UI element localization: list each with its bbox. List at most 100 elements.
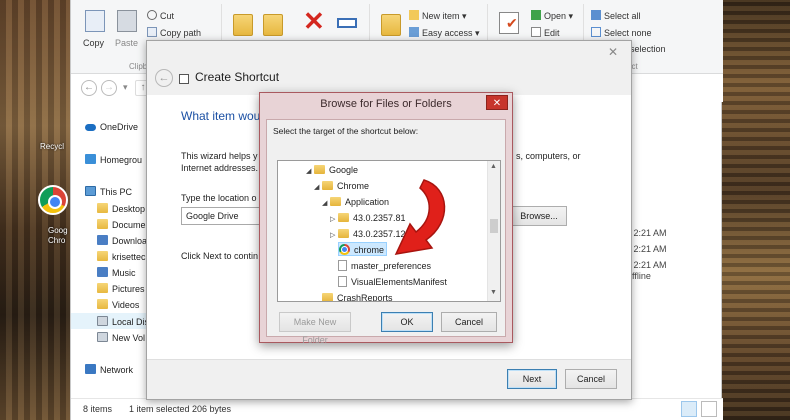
shortcut-icon (179, 74, 189, 84)
next-button[interactable]: Next (507, 369, 557, 389)
copy-button[interactable]: Copy (83, 38, 104, 48)
scroll-down-icon[interactable]: ▼ (490, 289, 497, 296)
cut-button[interactable]: Cut (147, 10, 174, 21)
drive-icon (97, 332, 108, 342)
sidebar-item-documents[interactable]: Docume (97, 219, 146, 230)
move-to-folder-icon[interactable] (233, 14, 253, 36)
open-button[interactable]: Open ▾ (531, 10, 573, 22)
sidebar-item-this-pc[interactable]: This PC (85, 186, 132, 197)
wizard-footer: Next Cancel (147, 359, 631, 399)
expanded-icon[interactable]: ◢ (306, 165, 314, 179)
scissors-icon (147, 10, 157, 20)
collapsed-icon[interactable]: ▷ (330, 213, 338, 227)
select-none-icon (591, 27, 601, 37)
cancel-button[interactable]: Cancel (441, 312, 497, 332)
rename-icon[interactable] (337, 18, 357, 28)
network-icon (85, 364, 96, 374)
videos-folder-icon (97, 299, 108, 309)
copy-path-button[interactable]: Copy path (147, 27, 201, 38)
folder-icon (314, 165, 325, 174)
recent-locations-chevron-icon[interactable]: ▾ (123, 82, 128, 93)
edit-icon (531, 27, 541, 37)
scrollbar-thumb[interactable] (490, 219, 498, 233)
folder-icon (330, 197, 341, 206)
make-new-folder-button[interactable]: Make New Folder (279, 312, 351, 345)
folder-icon (97, 219, 108, 229)
large-icons-view-icon[interactable] (701, 401, 717, 417)
easy-access-icon (409, 27, 419, 37)
select-none-button[interactable]: Select none (591, 27, 652, 38)
properties-icon[interactable] (499, 12, 519, 34)
invert-selection-button[interactable]: selection (630, 44, 666, 54)
clipboard-group-label: Clipb (129, 62, 148, 71)
desktop-wallpaper-right (722, 0, 790, 420)
tree-node-google[interactable]: ◢ Google (306, 163, 358, 177)
sidebar-item-music[interactable]: Music (97, 267, 136, 278)
sidebar-item-homegroup[interactable]: Homegrou (85, 154, 142, 165)
sidebar-item-videos[interactable]: Videos (97, 299, 139, 310)
desktop-recycle-bin-label[interactable]: Recycl (40, 142, 64, 151)
red-pointer-arrow-icon (394, 179, 446, 255)
folder-icon (97, 203, 108, 213)
folder-icon (322, 293, 333, 301)
tree-node-crashreports[interactable]: CrashReports (322, 291, 393, 301)
ok-button[interactable]: OK (381, 312, 433, 332)
tree-scrollbar[interactable]: ▲ ▼ (487, 161, 500, 301)
close-icon[interactable]: ✕ (486, 95, 508, 110)
select-all-button[interactable]: Select all (591, 10, 641, 21)
sidebar-item-pictures[interactable]: Pictures (97, 283, 145, 294)
delete-icon[interactable]: ✕ (303, 8, 325, 34)
scroll-up-icon[interactable]: ▲ (490, 163, 497, 170)
chrome-icon (339, 244, 350, 255)
wizard-title: Create Shortcut (195, 70, 280, 84)
back-arrow-icon[interactable]: ← (155, 69, 173, 87)
forward-arrow-icon[interactable]: → (101, 80, 117, 96)
selection-info: 1 item selected 206 bytes (129, 404, 232, 414)
open-icon (531, 10, 541, 20)
google-chrome-desktop-icon[interactable] (38, 185, 68, 215)
sidebar-item-krisettec[interactable]: krisettec (97, 251, 146, 262)
sidebar-item-downloads[interactable]: Downloa (97, 235, 147, 246)
cancel-button[interactable]: Cancel (565, 369, 617, 389)
easy-access-button[interactable]: Easy access ▾ (409, 27, 480, 39)
wizard-description-line1: This wizard helps y (181, 151, 258, 161)
download-folder-icon (97, 235, 108, 245)
wizard-description-line1-tail: s, computers, or (516, 151, 581, 161)
copy-to-folder-icon[interactable] (263, 14, 283, 36)
back-arrow-icon[interactable]: ← (81, 80, 97, 96)
file-icon (338, 260, 347, 271)
sidebar-item-network[interactable]: Network (85, 364, 133, 375)
tree-node-chrome[interactable]: ◢ Chrome (314, 179, 369, 193)
browse-button[interactable]: Browse... (511, 206, 567, 226)
copy-icon[interactable] (85, 10, 105, 32)
collapsed-icon[interactable]: ▷ (330, 229, 338, 243)
file-date-3: 6 2:21 AM (626, 260, 667, 270)
close-icon[interactable]: ✕ (601, 45, 625, 59)
sidebar-item-desktop[interactable]: Desktop (97, 203, 145, 214)
folder-icon (338, 229, 349, 238)
new-item-button[interactable]: New item ▾ (409, 10, 467, 22)
details-view-icon[interactable] (681, 401, 697, 417)
sidebar-item-onedrive[interactable]: OneDrive (85, 122, 138, 132)
new-folder-icon[interactable] (381, 14, 401, 36)
pictures-folder-icon (97, 283, 108, 293)
tree-node-visual-elements-manifest[interactable]: VisualElementsManifest (338, 275, 447, 289)
expanded-icon[interactable]: ◢ (322, 197, 330, 211)
edit-button[interactable]: Edit (531, 27, 560, 38)
wizard-description-line2: Internet addresses. (181, 163, 259, 173)
copy-path-icon (147, 27, 157, 37)
sidebar-item-new-volume[interactable]: New Vol (97, 332, 145, 343)
sidebar-item-local-disk[interactable]: Local Dis (97, 316, 149, 327)
file-icon (338, 276, 347, 287)
paste-button[interactable]: Paste (115, 38, 138, 48)
desktop-chrome-label-1: Goog (48, 226, 68, 235)
tree-node-application[interactable]: ◢ Application (322, 195, 389, 209)
item-count: 8 items (83, 404, 113, 414)
music-folder-icon (97, 267, 108, 277)
drive-icon (97, 316, 108, 326)
expanded-icon[interactable]: ◢ (314, 181, 322, 195)
homegroup-icon (85, 154, 96, 164)
continue-instruction: Click Next to contin (181, 251, 259, 261)
file-date-1: 6 2:21 AM (626, 228, 667, 238)
paste-icon[interactable] (117, 10, 137, 32)
